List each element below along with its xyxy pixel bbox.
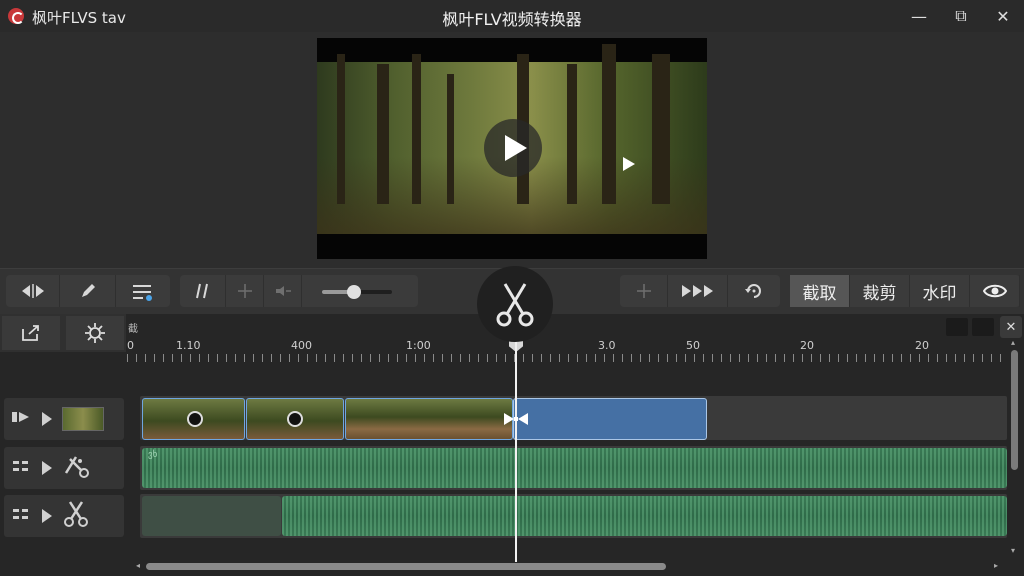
- play-icon[interactable]: [42, 509, 52, 523]
- left-tool-group: [6, 275, 170, 307]
- vertical-scrollbar[interactable]: ▴ ▾: [1010, 338, 1020, 555]
- audio-clip-label: ვხ: [148, 450, 158, 460]
- ruler-label: 1:00: [406, 339, 431, 352]
- video-clip[interactable]: [246, 398, 344, 440]
- export-button[interactable]: [2, 316, 60, 350]
- zoom-in-button[interactable]: [972, 318, 994, 336]
- ruler-ticks: [127, 354, 1007, 362]
- video-clip[interactable]: [345, 398, 513, 440]
- adjust-icon: [133, 285, 152, 301]
- audio-track-lane-2[interactable]: [140, 494, 1007, 538]
- adjust-button[interactable]: [116, 275, 170, 307]
- audio-track-header-1: [4, 447, 124, 489]
- playhead[interactable]: [515, 340, 517, 562]
- play-icon[interactable]: [42, 461, 52, 475]
- toggle-icon[interactable]: [4, 410, 38, 428]
- preview-toggle-button[interactable]: [970, 275, 1020, 307]
- video-track-header: [4, 398, 124, 440]
- volume-slider[interactable]: [322, 285, 392, 299]
- grip-icon[interactable]: [4, 460, 38, 476]
- audio-track-header-2: [4, 495, 124, 537]
- cut-point-marker[interactable]: [502, 411, 530, 427]
- volume-knob[interactable]: [346, 285, 361, 299]
- timeline-side-tools: [0, 314, 126, 352]
- tab-crop[interactable]: 裁剪: [850, 275, 910, 307]
- horizontal-scroll-thumb[interactable]: [146, 563, 666, 570]
- video-clip[interactable]: [142, 398, 245, 440]
- fast-forward-icon: [681, 285, 713, 297]
- cut-button[interactable]: [477, 266, 553, 342]
- speaker-icon: [275, 286, 291, 296]
- tab-watermark[interactable]: 水印: [910, 275, 970, 307]
- crosshair-icon: [237, 284, 252, 298]
- scissors-icon: [496, 283, 534, 327]
- timeline-panel: 截 0 1.10 400 1:00 3.0 50 20 20 ✕ ვხ: [0, 314, 1024, 576]
- fast-forward-button[interactable]: [668, 275, 728, 307]
- gear-icon: [85, 323, 105, 343]
- scissors-icon[interactable]: [62, 500, 90, 532]
- mute-button[interactable]: [264, 275, 302, 307]
- crosshair-button[interactable]: [226, 275, 264, 307]
- audio-gap: [142, 496, 281, 536]
- rotate-button[interactable]: [728, 275, 780, 307]
- ruler-label: 20: [800, 339, 814, 352]
- audio-waveform[interactable]: [282, 496, 1007, 536]
- grip-icon[interactable]: [4, 508, 38, 524]
- mode-tabs: 截取 裁剪 水印: [790, 275, 1020, 307]
- window-title: 枫叶FLV视频转换器: [442, 10, 582, 29]
- audio-waveform[interactable]: ვხ: [142, 448, 1007, 488]
- marker-button[interactable]: [620, 275, 668, 307]
- effects-scissors-icon[interactable]: [62, 453, 92, 483]
- ruler-corner-label: 截: [128, 324, 138, 335]
- split-icon: [195, 283, 208, 299]
- ruler-label: 0: [127, 339, 134, 352]
- settings-button[interactable]: [66, 316, 124, 350]
- app-window: 枫叶FLVS tav 枫叶FLV视频转换器 — ⧉ ✕ 截取 裁剪 水印 截 0…: [0, 0, 1024, 576]
- title-bar: 枫叶FLVS tav 枫叶FLV视频转换器 — ⧉ ✕: [0, 0, 1024, 32]
- next-frame-icon[interactable]: [623, 157, 635, 171]
- video-track-lane[interactable]: [140, 396, 1007, 440]
- ruler-label: 50: [686, 339, 700, 352]
- export-icon: [22, 325, 39, 341]
- right-tool-group: [620, 275, 780, 307]
- ruler-label: 3.0: [598, 339, 616, 352]
- mirror-icon: [21, 284, 44, 298]
- crosshair-icon: [636, 284, 651, 298]
- play-icon[interactable]: [42, 412, 52, 426]
- rotate-icon: [745, 284, 761, 298]
- pen-icon: [81, 284, 95, 297]
- zoom-out-button[interactable]: [946, 318, 968, 336]
- vertical-scroll-thumb[interactable]: [1011, 350, 1018, 470]
- selected-clip-region[interactable]: [513, 398, 707, 440]
- ruler-label: 400: [291, 339, 312, 352]
- eye-icon: [982, 284, 1007, 298]
- close-timeline-button[interactable]: ✕: [1000, 316, 1022, 338]
- audio-track-lane-1[interactable]: ვხ: [140, 446, 1007, 490]
- split-button[interactable]: [180, 275, 226, 307]
- video-thumbnail: [62, 407, 104, 431]
- tab-capture[interactable]: 截取: [790, 275, 850, 307]
- draw-button[interactable]: [60, 275, 116, 307]
- video-preview[interactable]: [317, 38, 707, 259]
- mirror-button[interactable]: [6, 275, 60, 307]
- timeline-ruler[interactable]: 截 0 1.10 400 1:00 3.0 50 20 20: [127, 314, 1007, 364]
- play-icon[interactable]: [484, 119, 542, 177]
- minimize-button[interactable]: —: [906, 4, 932, 28]
- horizontal-scrollbar[interactable]: ◂ ▸: [136, 561, 1006, 571]
- ruler-label: 20: [915, 339, 929, 352]
- ruler-label: 1.10: [176, 339, 201, 352]
- close-button[interactable]: ✕: [990, 4, 1016, 28]
- maximize-button[interactable]: ⧉: [948, 4, 974, 28]
- preview-area: [0, 32, 1024, 268]
